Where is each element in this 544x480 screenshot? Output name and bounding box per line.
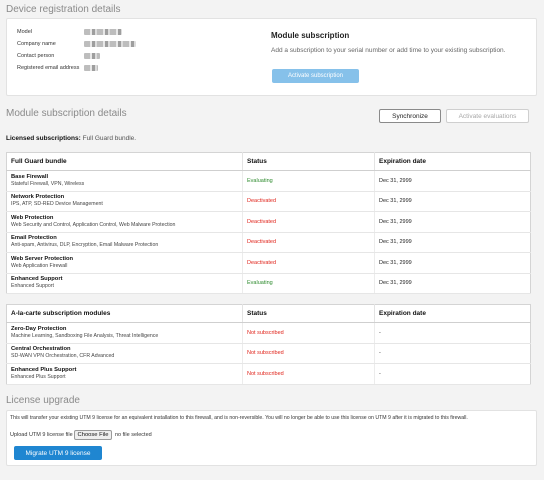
company-name-label: Company name [17, 41, 56, 47]
expiration-date: Dec 31, 2999 [374, 191, 531, 212]
module-description: Machine Learning, Sandboxing File Analys… [11, 332, 159, 339]
table-row: Central Orchestration SD-WAN VPN Orchestr… [6, 343, 531, 364]
contact-person-value-redacted [84, 53, 100, 59]
expiration-date: Dec 31, 2999 [374, 273, 531, 294]
licensed-subscriptions-label: Licensed subscriptions: [6, 135, 81, 142]
activate-evaluations-button[interactable]: Activate evaluations [446, 109, 529, 123]
expiration-date: Dec 31, 2999 [374, 211, 531, 233]
registered-email-label: Registered email address [17, 65, 80, 71]
module-name: Email Protection [11, 235, 57, 242]
licensed-subscriptions-line: Licensed subscriptions: Full Guard bundl… [6, 135, 136, 142]
status-text: Not subscribed [242, 363, 375, 385]
table-row: Email Protection Anti-spam, Antivirus, DL… [6, 232, 531, 253]
table-row: Base Firewall Stateful Firewall, VPN, Wir… [6, 170, 531, 192]
module-description: Anti-spam, Antivirus, DLP, Encryption, E… [11, 242, 159, 249]
table-row: Web Server Protection Web Application Fir… [6, 252, 531, 274]
status-text: Evaluating [242, 170, 375, 192]
device-registration-card: Model Company name Contact person Regist… [6, 18, 537, 96]
expiration-date: - [374, 343, 531, 364]
module-name: Enhanced Plus Support [11, 366, 77, 373]
choose-file-button[interactable]: Choose File [74, 430, 112, 440]
expiration-date: Dec 31, 2999 [374, 170, 531, 192]
module-description: IPS, ATP, SD-RED Device Management [11, 201, 103, 208]
activate-subscription-button[interactable]: Activate subscription [272, 69, 359, 83]
module-name: Network Protection [11, 194, 65, 201]
upload-license-label: Upload UTM 9 license file [10, 432, 73, 438]
module-description: Enhanced Plus Support [11, 373, 66, 380]
bundle-header-status: Status [242, 152, 375, 171]
model-value-redacted [84, 29, 122, 35]
company-name-value-redacted [84, 41, 136, 47]
module-name: Web Server Protection [11, 255, 74, 262]
module-subscription-details-title: Module subscription details [6, 108, 127, 119]
status-text: Deactivated [242, 191, 375, 212]
license-upgrade-notice: This will transfer your existing UTM 9 l… [10, 415, 468, 421]
alacarte-header-expiration: Expiration date [374, 304, 531, 323]
status-text: Deactivated [242, 211, 375, 233]
alacarte-table-header: A-la-carte subscription modules Status E… [6, 304, 531, 323]
module-description: Web Security and Control, Application Co… [11, 221, 176, 228]
status-text: Deactivated [242, 232, 375, 253]
status-text: Not subscribed [242, 322, 375, 344]
status-text: Evaluating [242, 273, 375, 294]
synchronize-button[interactable]: Synchronize [379, 109, 441, 123]
module-subscription-heading: Module subscription [271, 31, 350, 40]
status-text: Deactivated [242, 252, 375, 274]
module-description: Stateful Firewall, VPN, Wireless [11, 180, 85, 187]
licensed-subscriptions-value: Full Guard bundle. [82, 135, 137, 142]
bundle-header-module: Full Guard bundle [6, 152, 243, 171]
module-description: SD-WAN VPN Orchestration, CFR Advanced [11, 353, 115, 360]
alacarte-header-module: A-la-carte subscription modules [6, 304, 243, 323]
expiration-date: - [374, 363, 531, 385]
table-row: Enhanced Plus Support Enhanced Plus Suppo… [6, 363, 531, 385]
bundle-table: Full Guard bundle Status Expiration date… [6, 152, 531, 294]
migrate-utm9-license-button[interactable]: Migrate UTM 9 license [14, 446, 102, 460]
module-subscription-text: Add a subscription to your serial number… [271, 47, 506, 54]
license-upgrade-title: License upgrade [6, 395, 80, 406]
module-name: Central Orchestration [11, 346, 71, 353]
status-text: Not subscribed [242, 343, 375, 364]
module-description: Enhanced Support [11, 283, 54, 290]
alacarte-header-status: Status [242, 304, 375, 323]
device-registration-title: Device registration details [6, 4, 121, 15]
module-name: Zero-Day Protection [11, 325, 67, 332]
no-file-selected-text: no file selected [115, 432, 152, 438]
contact-person-label: Contact person [17, 53, 55, 59]
table-row: Enhanced Support Enhanced Support Evaluat… [6, 273, 531, 294]
license-upgrade-card: This will transfer your existing UTM 9 l… [6, 410, 537, 466]
alacarte-table: A-la-carte subscription modules Status E… [6, 304, 531, 385]
expiration-date: - [374, 322, 531, 344]
expiration-date: Dec 31, 2999 [374, 252, 531, 274]
table-row: Network Protection IPS, ATP, SD-RED Devic… [6, 191, 531, 212]
table-row: Web Protection Web Security and Control, … [6, 211, 531, 233]
module-name: Enhanced Support [11, 276, 63, 283]
table-row: Zero-Day Protection Machine Learning, San… [6, 322, 531, 344]
expiration-date: Dec 31, 2999 [374, 232, 531, 253]
bundle-table-header: Full Guard bundle Status Expiration date [6, 152, 531, 171]
module-name: Web Protection [11, 214, 54, 221]
model-label: Model [17, 29, 32, 35]
module-name: Base Firewall [11, 173, 49, 180]
registered-email-value-redacted [84, 65, 98, 71]
module-description: Web Application Firewall [11, 262, 68, 269]
bundle-header-expiration: Expiration date [374, 152, 531, 171]
